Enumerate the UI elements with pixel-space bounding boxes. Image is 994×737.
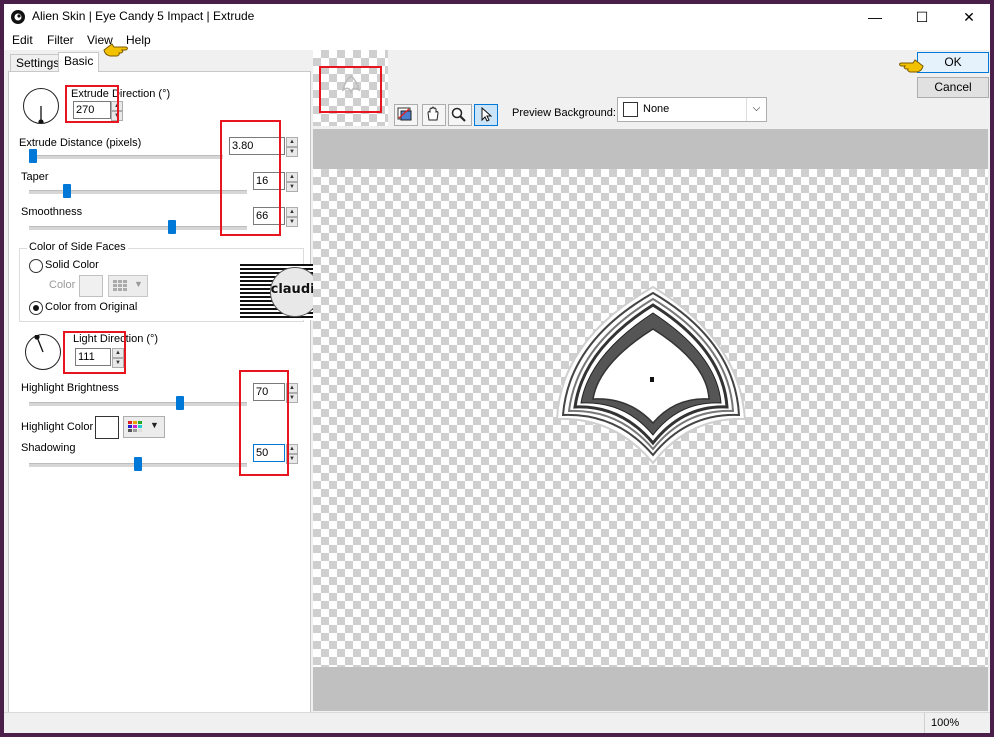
extrude-direction-needle-icon [38, 106, 44, 123]
preview-background-button[interactable] [394, 104, 418, 126]
menu-filter[interactable]: Filter [47, 33, 74, 47]
annotation-box [220, 120, 281, 236]
shadowing-label: Shadowing [21, 442, 76, 454]
annotation-box [63, 331, 126, 374]
taper-slider-thumb[interactable] [62, 184, 71, 198]
chevron-down-icon: ▼ [134, 279, 143, 289]
tab-basic[interactable]: Basic [58, 52, 100, 72]
side-color-swatch[interactable] [79, 275, 103, 297]
annotation-box [239, 370, 289, 476]
extrude-distance-arrows[interactable]: ▲ ▼ [286, 137, 298, 157]
color-grid-icon [113, 280, 127, 291]
highlight-brightness-slider-thumb[interactable] [176, 396, 184, 410]
preview-none-swatch [623, 102, 638, 117]
smoothness-slider-thumb[interactable] [167, 220, 176, 234]
hand-tool-icon [427, 106, 439, 121]
chevron-down-icon: ⌵ [746, 98, 766, 121]
maximize-button[interactable]: ☐ [899, 4, 945, 30]
navigator-viewport-box[interactable] [319, 66, 382, 113]
highlight-brightness-label: Highlight Brightness [21, 382, 119, 394]
extruded-shape-preview [555, 285, 747, 465]
extrude-distance-label: Extrude Distance (pixels) [19, 137, 142, 149]
menu-edit[interactable]: Edit [12, 33, 33, 47]
title-bar: Alien Skin | Eye Candy 5 Impact | Extrud… [4, 4, 990, 30]
minimize-button[interactable]: — [852, 4, 898, 30]
color-from-original-radio[interactable] [29, 301, 43, 315]
light-direction-dial[interactable] [25, 334, 61, 370]
preview-background-select[interactable]: None ⌵ [617, 97, 767, 122]
zoom-tool-icon [451, 107, 466, 122]
zoom-level: 100% [931, 717, 960, 729]
highlight-color-label: Highlight Color [21, 421, 94, 433]
chevron-down-icon: ▼ [150, 420, 159, 430]
side-faces-group-label: Color of Side Faces [27, 241, 128, 253]
preview-bottom-margin [313, 667, 988, 711]
pointer-tool-icon [481, 106, 493, 122]
preview-background-value: None [643, 103, 670, 115]
pointer-tool-button[interactable] [474, 104, 498, 126]
taper-arrows[interactable]: ▲ ▼ [286, 172, 298, 192]
app-logo-icon [11, 10, 25, 24]
close-button[interactable]: ✕ [946, 4, 990, 30]
highlight-brightness-slider-track[interactable] [29, 402, 247, 406]
shadowing-slider-thumb[interactable] [134, 457, 142, 471]
smoothness-label: Smoothness [21, 206, 83, 218]
taper-slider-track[interactable] [29, 190, 247, 194]
color-from-original-label: Color from Original [45, 301, 138, 313]
highlight-color-swatch[interactable] [95, 416, 119, 439]
preview-navigator[interactable] [313, 50, 388, 126]
preview-canvas[interactable] [313, 169, 988, 667]
preview-background-icon [397, 107, 412, 121]
ok-button[interactable]: OK [917, 52, 989, 73]
extrude-direction-dial[interactable] [23, 88, 59, 124]
basic-settings-panel: Extrude Direction (°) 270 ▲ ▼ Extrude Dis… [8, 71, 311, 714]
zoom-tool-button[interactable] [448, 104, 472, 126]
color-grid-icon [128, 421, 142, 432]
pointer-hand-icon [103, 43, 128, 57]
preview-top-margin [313, 129, 988, 169]
pointer-hand-icon [899, 59, 924, 73]
extrude-distance-slider-thumb[interactable] [29, 149, 37, 163]
highlight-color-picker[interactable]: ▼ [123, 416, 165, 438]
cancel-button[interactable]: Cancel [917, 77, 989, 98]
status-bar: 100% [4, 712, 990, 733]
smoothness-arrows[interactable]: ▲ ▼ [286, 207, 298, 227]
taper-label: Taper [21, 171, 49, 183]
solid-color-label: Solid Color [45, 259, 99, 271]
menu-bar: Edit Filter View Help [4, 30, 990, 50]
color-label: Color [49, 279, 76, 291]
app-window: Alien Skin | Eye Candy 5 Impact | Extrud… [4, 4, 990, 733]
solid-color-radio[interactable] [29, 259, 43, 273]
annotation-box [65, 85, 119, 123]
extrude-distance-slider-track[interactable] [29, 155, 223, 159]
preview-background-label: Preview Background: [512, 107, 616, 119]
smoothness-slider-track[interactable] [29, 226, 247, 230]
side-color-picker[interactable]: ▼ [108, 275, 148, 297]
hand-tool-button[interactable] [422, 104, 446, 126]
window-title: Alien Skin | Eye Candy 5 Impact | Extrud… [32, 9, 255, 23]
status-divider [924, 713, 925, 733]
light-direction-needle-icon [34, 335, 44, 353]
